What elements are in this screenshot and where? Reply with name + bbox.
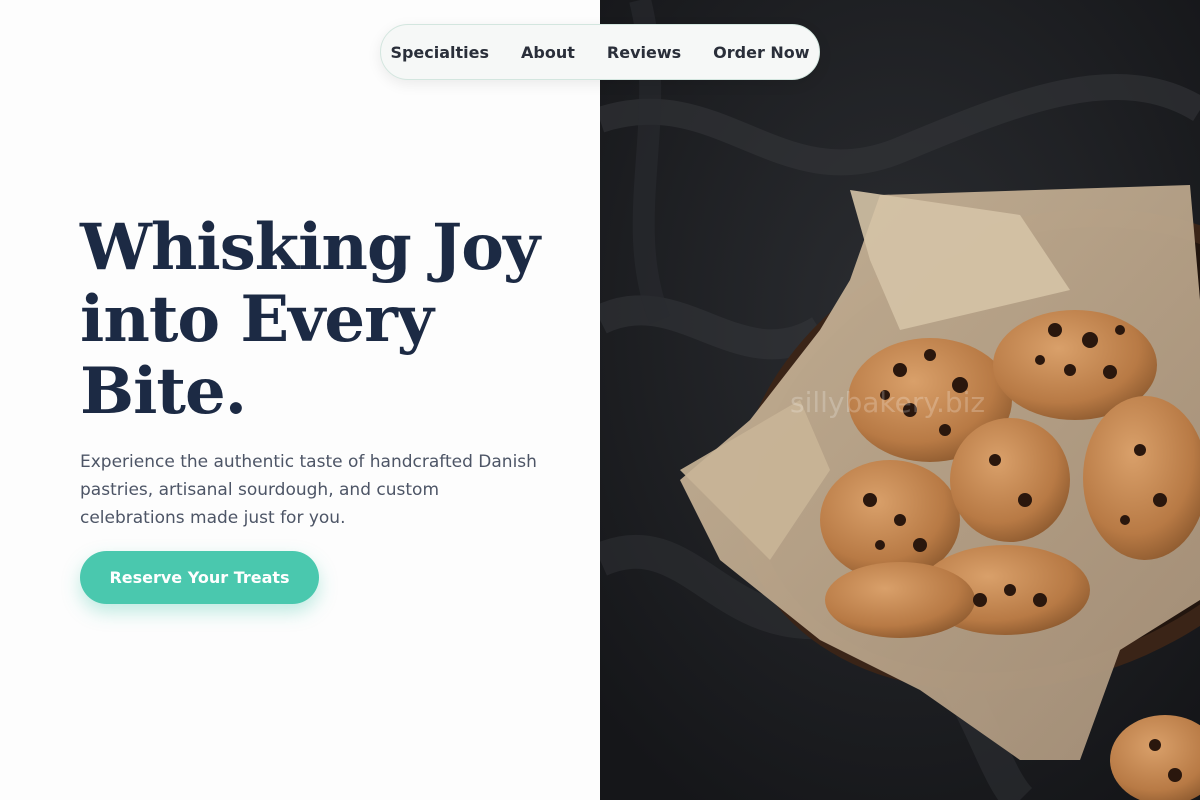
nav-link-about[interactable]: About (505, 43, 591, 62)
nav-link-reviews[interactable]: Reviews (591, 43, 697, 62)
hero-title: Whisking Joy into Every Bite. (80, 210, 540, 429)
watermark-text: sillybakery.biz (790, 386, 986, 419)
nav-link-specialties[interactable]: Specialties (374, 43, 505, 62)
top-nav: Specialties About Reviews Order Now (380, 24, 820, 80)
hero-subtitle: Experience the authentic taste of handcr… (80, 452, 537, 528)
nav-link-order-now[interactable]: Order Now (697, 43, 825, 62)
reserve-treats-button[interactable]: Reserve Your Treats (80, 551, 319, 604)
